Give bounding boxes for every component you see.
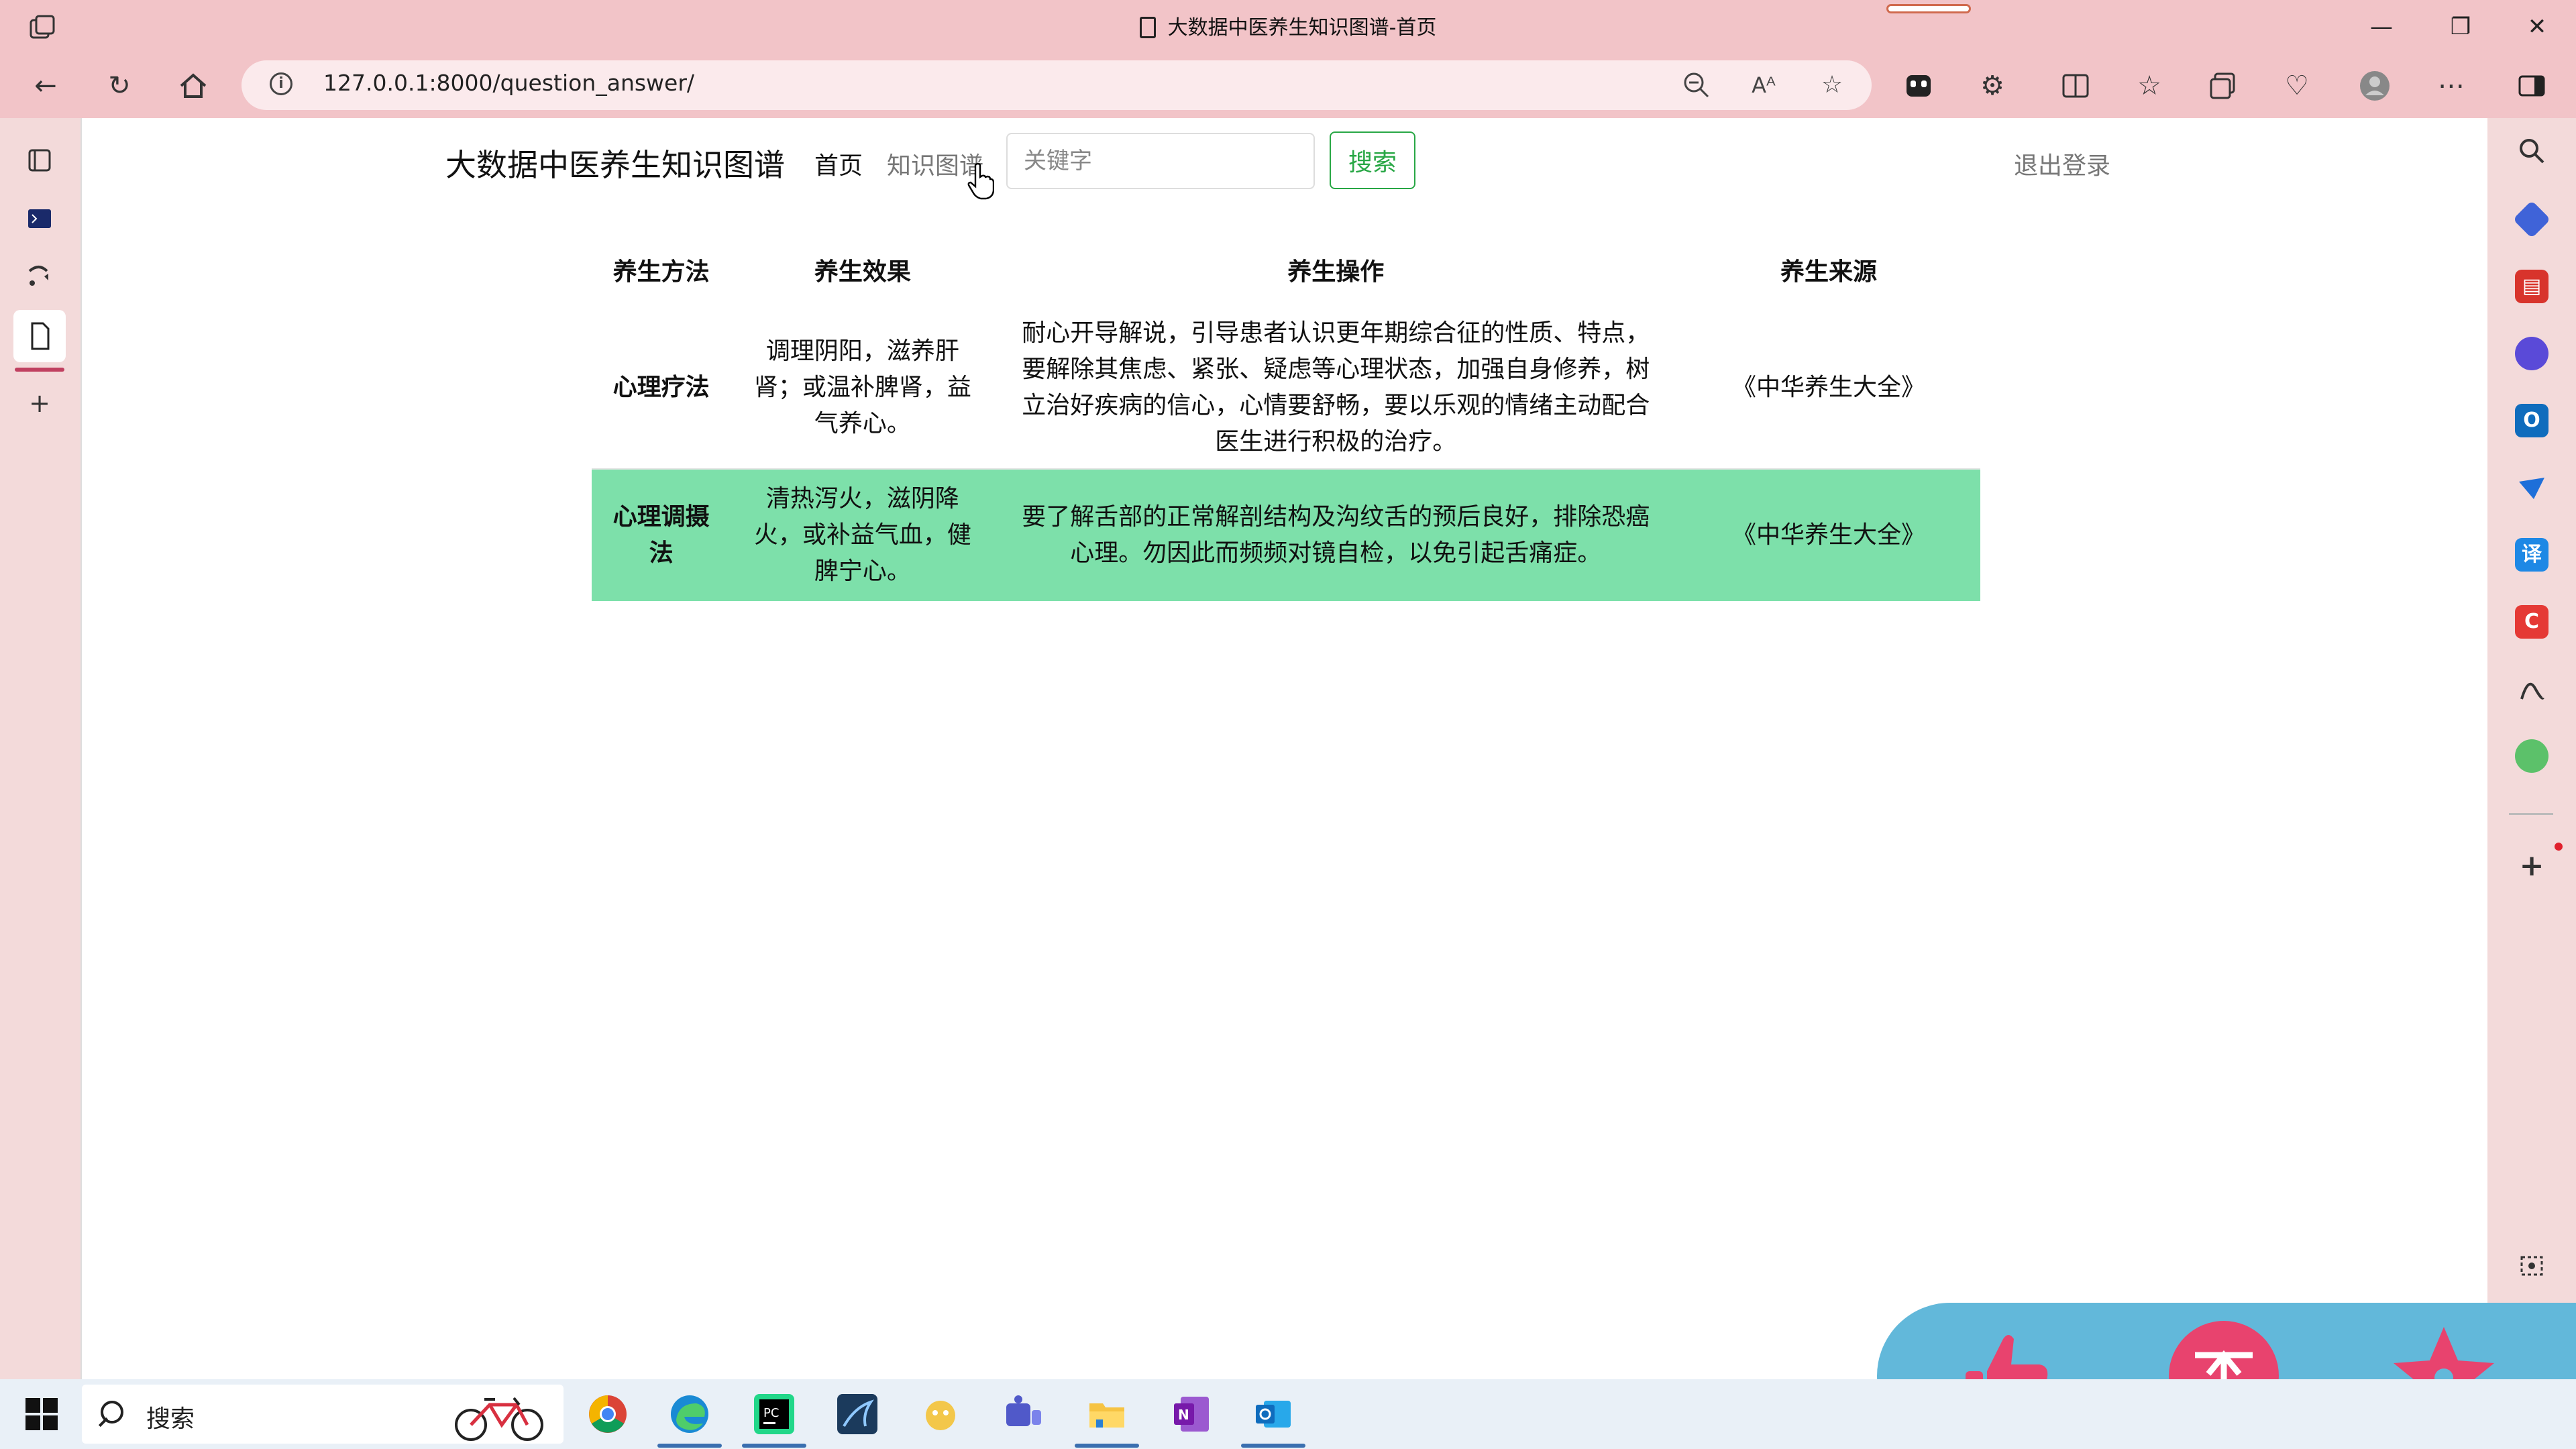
screenshot-icon[interactable] (2515, 1249, 2548, 1283)
teams-icon[interactable] (1004, 1394, 1044, 1434)
svg-text:PC: PC (763, 1406, 779, 1420)
address-bar[interactable]: i 127.0.0.1:8000/question_answer/ Aᴬ ☆ (241, 60, 1872, 110)
shopping-tag-icon[interactable] (2512, 200, 2551, 239)
outlook-running-indicator (1241, 1444, 1305, 1448)
table-header-row: 养生方法 养生效果 养生操作 养生来源 (592, 232, 1980, 307)
collections-icon[interactable] (2203, 66, 2243, 106)
header-operation: 养生操作 (1287, 258, 1385, 286)
edge-running-indicator (657, 1444, 722, 1448)
restore-button[interactable]: ❐ (2427, 7, 2494, 47)
back-icon[interactable]: ← (25, 66, 66, 106)
chat-icon[interactable] (2515, 739, 2548, 773)
vertical-tabs: + (0, 118, 79, 1379)
site-info-icon[interactable]: i (270, 72, 292, 95)
cell-method: 心理疗法 (612, 374, 710, 401)
performance-icon[interactable]: ♡ (2277, 66, 2317, 106)
cell-operation: 要了解舌部的正常解剖结构及沟纹舌的预后良好，排除恐癌心理。勿因此而频频对镜自检，… (994, 468, 1678, 601)
window-drag-handle[interactable] (1886, 4, 1971, 13)
file-explorer-icon[interactable] (1087, 1394, 1127, 1434)
more-icon[interactable]: ⋯ (2431, 66, 2471, 106)
web-page: 大数据中医养生知识图谱 首页 知识图谱 搜索 退出登录 养生方法 养生效果 养生… (80, 118, 2487, 1379)
active-tab-indicator (15, 368, 64, 372)
new-tab-icon[interactable]: + (20, 384, 59, 423)
terminal-tab-icon[interactable] (20, 200, 59, 239)
search-icon[interactable] (2515, 134, 2548, 168)
cell-operation: 耐心开导解说，引导患者认识更年期综合征的性质、特点，要解除其焦虑、紧张、疑虑等心… (1022, 319, 1650, 455)
svg-text:N: N (1178, 1407, 1189, 1423)
taskbar-search-label: 搜索 (146, 1405, 195, 1433)
pycharm-icon[interactable]: PC (754, 1394, 794, 1434)
window-title: 大数据中医养生知识图谱-首页 (0, 11, 2576, 40)
zoom-out-icon[interactable] (1680, 68, 1713, 102)
logout-link[interactable]: 退出登录 (2014, 146, 2110, 181)
site-navbar: 大数据中医养生知识图谱 首页 知识图谱 搜索 退出登录 (82, 118, 2487, 205)
copilot-icon[interactable] (1898, 66, 1939, 106)
search-button[interactable]: 搜索 (1330, 131, 1415, 189)
outlook-icon[interactable]: O (2515, 404, 2548, 437)
hand-cursor-icon (967, 162, 994, 200)
media-tab-icon[interactable] (20, 256, 59, 295)
page-tab-icon[interactable] (20, 317, 59, 356)
table-row[interactable]: 心理调摄法 清热泻火，滋阴降火，或补益气血，健脾宁心。 要了解舌部的正常解剖结构… (592, 468, 1980, 601)
document-icon (1139, 17, 1156, 38)
edge-icon[interactable] (669, 1394, 710, 1434)
app-icon[interactable] (920, 1394, 961, 1434)
favorite-star-icon[interactable]: ☆ (1815, 68, 1849, 102)
favorites-icon[interactable]: ☆ (2129, 66, 2169, 106)
translate-icon[interactable]: 译 (2515, 538, 2548, 572)
cell-method: 心理调摄法 (592, 468, 731, 601)
browser-toolbar: ← ↻ i 127.0.0.1:8000/question_answer/ Aᴬ… (0, 54, 2576, 118)
read-aloud-icon[interactable]: Aᴬ (1747, 68, 1780, 102)
edge-sidebar: ▤ O 译 C + (2486, 118, 2576, 1379)
add-sidebar-app-icon[interactable]: + (2515, 849, 2548, 883)
header-source: 养生来源 (1780, 258, 1878, 286)
cell-effect: 调理阴阳，滋养肝肾；或温补脾肾，益气养心。 (753, 337, 971, 437)
bicycle-icon (455, 1397, 543, 1441)
cell-source: 《中华养生大全》 (1677, 468, 1980, 601)
signature-icon[interactable] (2515, 672, 2548, 706)
nav-home-link[interactable]: 首页 (814, 146, 863, 181)
regimen-table: 养生方法 养生效果 养生操作 养生来源 心理疗法 调理阴阳，滋养肝肾；或温补脾肾… (592, 232, 1980, 601)
explorer-running-indicator (1075, 1444, 1139, 1448)
tab-manager-icon[interactable] (20, 141, 59, 180)
windows-taskbar: 搜索 PC N (0, 1379, 2576, 1449)
tools-icon[interactable]: ▤ (2515, 270, 2548, 303)
profile-icon[interactable] (2355, 66, 2395, 106)
outlook-icon[interactable] (1253, 1394, 1293, 1434)
pycharm-running-indicator (742, 1444, 806, 1448)
navicat-icon[interactable] (837, 1394, 877, 1434)
table-row[interactable]: 心理疗法 调理阴阳，滋养肝肾；或温补脾肾，益气养心。 耐心开导解说，引导患者认识… (592, 307, 1980, 469)
minimize-button[interactable]: — (2348, 7, 2415, 47)
header-method: 养生方法 (612, 258, 710, 286)
split-screen-icon[interactable] (2055, 66, 2096, 106)
sidebar-toggle-icon[interactable] (2512, 66, 2552, 106)
title-bar: 大数据中医养生知识图谱-首页 — ❐ ✕ (0, 0, 2576, 54)
cell-effect: 清热泻火，滋阴降火，或补益气血，健脾宁心。 (731, 468, 995, 601)
onenote-icon[interactable]: N (1171, 1394, 1212, 1434)
close-button[interactable]: ✕ (2504, 7, 2571, 47)
notification-dot (2555, 843, 2563, 851)
keyword-search-input[interactable] (1006, 133, 1315, 189)
home-icon[interactable] (173, 66, 213, 106)
header-effect: 养生效果 (814, 258, 911, 286)
copilot-sidebar-icon[interactable] (2515, 337, 2548, 370)
url-text[interactable]: 127.0.0.1:8000/question_answer/ (323, 70, 694, 96)
refresh-icon[interactable]: ↻ (99, 66, 140, 106)
c-app-icon[interactable]: C (2515, 605, 2548, 639)
extensions-icon[interactable]: ⚙ (1972, 66, 2012, 106)
site-brand[interactable]: 大数据中医养生知识图谱 (445, 141, 785, 185)
windows-start-icon[interactable] (25, 1398, 58, 1430)
chrome-icon[interactable] (588, 1394, 628, 1434)
cell-source: 《中华养生大全》 (1732, 374, 1926, 401)
sidebar-divider (2509, 813, 2553, 815)
send-icon[interactable] (2515, 471, 2548, 504)
taskbar-search[interactable]: 搜索 (82, 1385, 564, 1444)
